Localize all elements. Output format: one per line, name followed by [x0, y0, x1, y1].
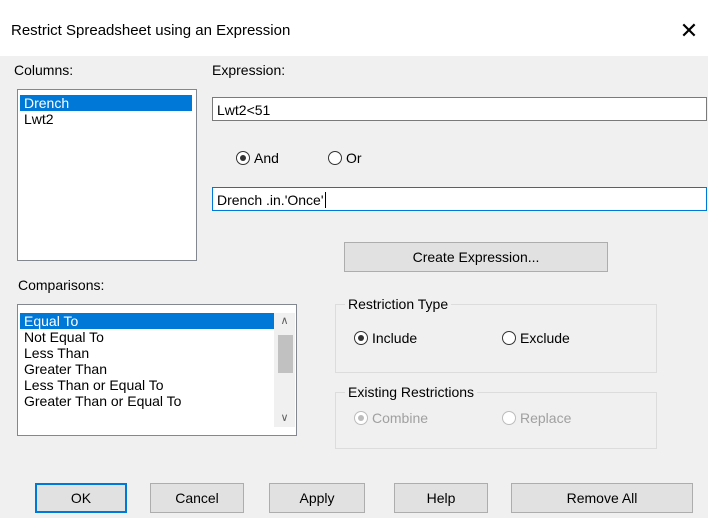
help-button[interactable]: Help	[394, 483, 488, 513]
or-radio[interactable]: Or	[328, 150, 362, 166]
close-icon[interactable]: ✕	[676, 16, 702, 46]
include-radio-circle	[354, 331, 368, 345]
include-radio[interactable]: Include	[354, 330, 417, 346]
combine-radio-circle	[354, 411, 368, 425]
comparison-item[interactable]: Less Than	[20, 345, 274, 361]
columns-label: Columns:	[14, 62, 74, 78]
expression-label: Expression:	[212, 62, 286, 78]
scroll-down-icon[interactable]: ∨	[276, 410, 293, 427]
dialog-title: Restrict Spreadsheet using an Expression	[11, 22, 291, 39]
existing-restrictions-group: Existing Restrictions Combine Replace	[335, 384, 657, 449]
exclude-radio-circle	[502, 331, 516, 345]
exclude-radio-label: Exclude	[520, 330, 570, 346]
title-bar: Restrict Spreadsheet using an Expression…	[0, 0, 708, 56]
and-radio[interactable]: And	[236, 150, 279, 166]
expression-input-1[interactable]: Lwt2<51	[212, 97, 707, 121]
comparison-item[interactable]: Not Equal To	[20, 329, 274, 345]
comparison-item[interactable]: Greater Than	[20, 361, 274, 377]
comparison-item[interactable]: Less Than or Equal To	[20, 377, 274, 393]
combine-radio[interactable]: Combine	[354, 410, 428, 426]
or-radio-circle	[328, 151, 342, 165]
scrollbar-thumb[interactable]	[278, 335, 293, 373]
expression-input-2[interactable]: Drench .in.'Once'	[212, 187, 707, 211]
column-item-lwt2[interactable]: Lwt2	[20, 111, 192, 127]
restrict-spreadsheet-dialog: Restrict Spreadsheet using an Expression…	[0, 0, 708, 518]
comparisons-scrollbar[interactable]: ∧ ∨	[274, 313, 295, 427]
cancel-button[interactable]: Cancel	[150, 483, 244, 513]
columns-listbox[interactable]: Drench Lwt2	[17, 89, 197, 261]
text-caret	[324, 192, 326, 208]
remove-all-button[interactable]: Remove All	[511, 483, 693, 513]
replace-radio[interactable]: Replace	[502, 410, 571, 426]
and-radio-label: And	[254, 150, 279, 166]
combine-radio-label: Combine	[372, 410, 429, 426]
create-expression-button[interactable]: Create Expression...	[344, 242, 608, 272]
include-radio-label: Include	[372, 330, 418, 346]
existing-restrictions-title: Existing Restrictions	[345, 384, 478, 400]
exclude-radio[interactable]: Exclude	[502, 330, 570, 346]
column-item-drench[interactable]: Drench	[20, 95, 192, 111]
replace-radio-circle	[502, 411, 516, 425]
comparison-item[interactable]: Greater Than or Equal To	[20, 393, 274, 409]
comparison-item[interactable]: Equal To	[20, 313, 274, 329]
scroll-up-icon[interactable]: ∧	[276, 313, 293, 330]
and-radio-circle	[236, 151, 250, 165]
expression-input-2-text: Drench .in.'Once'	[217, 192, 324, 208]
replace-radio-label: Replace	[520, 410, 572, 426]
comparisons-listbox[interactable]: Equal To Not Equal To Less Than Greater …	[17, 304, 297, 436]
comparisons-label: Comparisons:	[18, 277, 105, 293]
or-radio-label: Or	[346, 150, 362, 166]
ok-button[interactable]: OK	[35, 483, 127, 513]
restriction-type-title: Restriction Type	[345, 296, 452, 312]
restriction-type-group: Restriction Type Include Exclude	[335, 296, 657, 373]
apply-button[interactable]: Apply	[269, 483, 365, 513]
